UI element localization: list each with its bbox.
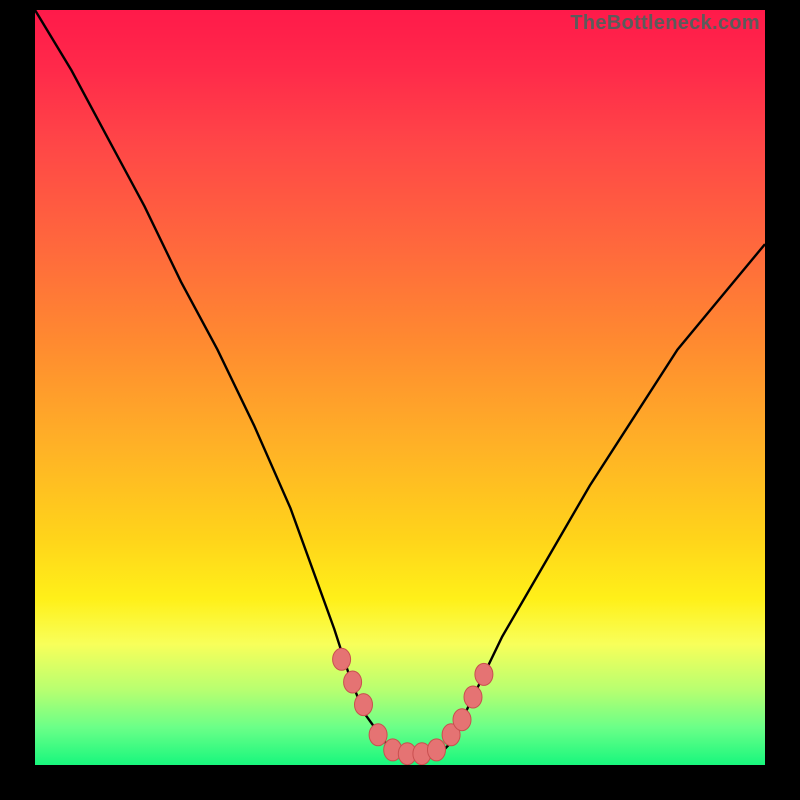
curve-svg <box>35 10 765 765</box>
highlight-markers <box>333 648 493 764</box>
curve-group <box>35 10 765 758</box>
marker-point <box>369 724 387 746</box>
marker-point <box>475 663 493 685</box>
chart-frame: TheBottleneck.com <box>0 0 800 800</box>
chart-plot-area <box>35 10 765 765</box>
marker-point <box>464 686 482 708</box>
attribution-label: TheBottleneck.com <box>570 12 760 35</box>
bottleneck-curve <box>35 10 765 758</box>
marker-point <box>453 709 471 731</box>
marker-point <box>344 671 362 693</box>
marker-point <box>333 648 351 670</box>
marker-point <box>355 694 373 716</box>
marker-point <box>428 739 446 761</box>
